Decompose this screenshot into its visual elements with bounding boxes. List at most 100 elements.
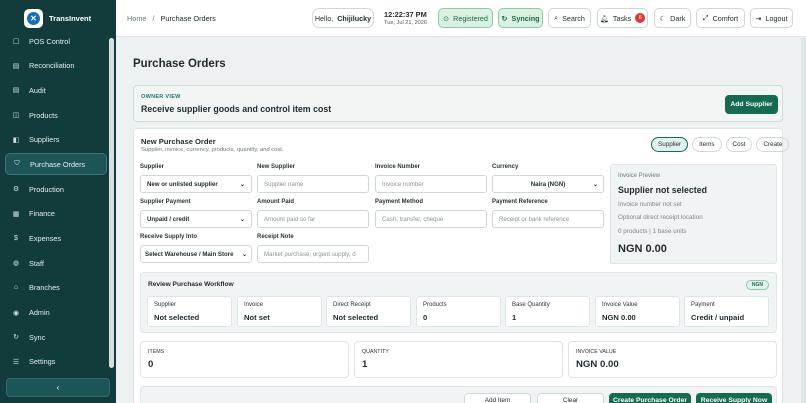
tasks-button[interactable]: 🔔︎ Tasks 6 (597, 8, 648, 28)
supplier-label: Supplier (140, 164, 165, 170)
greeting-prefix: Hello, (314, 13, 334, 23)
bell-icon: 🔔︎ (599, 13, 609, 23)
new-purchase-order-card: New Purchase Order Supplier, invoice, cu… (133, 128, 790, 403)
box-icon: ◫ (12, 112, 20, 120)
add-item-button[interactable]: Add Item (464, 393, 531, 403)
sidebar-item-admin[interactable]: ◉ Admin (5, 302, 107, 324)
dark-mode-button[interactable]: ☾ Dark (654, 8, 691, 28)
sidebar-nav: ▢ POS Control ▤ Reconciliation ▤ Audit ◫ Produc… (5, 30, 107, 376)
sidebar-item-suppliers[interactable]: ◧ Suppliers (5, 129, 107, 151)
supplier-select[interactable]: New or unlisted supplier ⌄ (140, 175, 252, 193)
payment-method-input[interactable]: Cash, transfer, cheque (375, 210, 487, 228)
receive-supply-value: Select Warehouse / Main Store (145, 250, 234, 258)
logout-icon: ⇥ (755, 13, 762, 23)
clock-time: 12:22:37 PM (384, 10, 427, 19)
search-button[interactable]: ⌕ Search (548, 8, 591, 28)
receipt-note-input[interactable]: Market purchase, urgent supply, d (257, 245, 369, 263)
search-label: Search (562, 13, 585, 23)
owner-title: Receive supplier goods and control item … (141, 104, 332, 114)
user-greeting[interactable]: Hello, Chijilucky (312, 8, 374, 28)
reconcile-icon: ▤ (12, 62, 20, 70)
sidebar-item-audit[interactable]: ▤ Audit (5, 79, 107, 101)
sidebar-item-staff[interactable]: ◍ Staff (5, 252, 107, 274)
preview-kicker: Invoice Preview (618, 173, 661, 179)
tasks-count-badge: 6 (635, 13, 646, 23)
sidebar-item-finance[interactable]: ▦ Finance (5, 203, 107, 225)
sidebar-item-expenses[interactable]: $ Expenses (5, 228, 107, 250)
amount-paid-label: Amount Paid (257, 199, 294, 205)
review-workflow: Review Purchase Workflow NGN Supplier Not… (140, 272, 777, 333)
workflow-title: Review Purchase Workflow (148, 281, 234, 288)
sidebar-item-products[interactable]: ◫ Products (5, 104, 107, 126)
sidebar-item-label: Expenses (29, 234, 62, 243)
brand-name: TransInvent (49, 14, 92, 23)
truck-icon: ◧ (12, 136, 20, 144)
supplier-select-value: New or unlisted supplier (147, 180, 218, 188)
preview-invoice-line: Invoice number not set (618, 201, 682, 208)
supplier-payment-select[interactable]: Unpaid / credit ⌄ (140, 210, 252, 228)
sidebar-item-production[interactable]: ⚙ Production (5, 178, 107, 200)
sidebar-item-pos-control[interactable]: ▢ POS Control (5, 30, 107, 52)
invoice-number-input[interactable]: Invoice number (375, 175, 487, 193)
preview-title: Supplier not selected (618, 185, 707, 195)
tab-cost[interactable]: Cost (725, 137, 753, 152)
receive-supply-select[interactable]: Select Warehouse / Main Store ⌄ (140, 245, 252, 263)
collapse-sidebar-button[interactable]: ‹ (6, 378, 110, 397)
po-subtitle: Supplier, invoice, currency, products, q… (141, 147, 284, 153)
create-purchase-order-button[interactable]: Create Purchase Order (609, 393, 691, 403)
logout-button[interactable]: ⇥ Logout (750, 8, 793, 28)
stat-invoice-value: INVOICE VALUE NGN 0.00 (568, 341, 777, 378)
workflow-cell-label: Products (423, 302, 447, 308)
tab-supplier[interactable]: Supplier (651, 137, 689, 152)
chevron-down-icon: ⌄ (239, 216, 245, 223)
audit-icon: ▤ (12, 87, 20, 95)
brand[interactable]: ✕ TransInvent (24, 9, 91, 28)
payment-reference-input[interactable]: Receipt or bank reference (492, 210, 604, 228)
search-icon: ⌕ (554, 13, 559, 22)
receive-supply-now-button[interactable]: Receive Supply Now (696, 393, 772, 403)
chevron-down-icon: ⌄ (592, 181, 598, 188)
comfort-mode-button[interactable]: ⤢ Comfort (696, 8, 745, 28)
sidebar-item-label: Branches (29, 283, 60, 293)
po-tabs: Supplier Items Cost Create (651, 137, 790, 152)
breadcrumb-home[interactable]: Home (127, 14, 146, 23)
sidebar-item-label: Reconciliation (29, 61, 75, 71)
clear-button[interactable]: Clear (537, 393, 604, 403)
workflow-cell-value: Not selected (333, 313, 379, 322)
sidebar-item-settings[interactable]: ☰ Settings (5, 351, 107, 373)
workflow-cell-label: Payment (691, 302, 715, 308)
tab-items[interactable]: Items (692, 137, 722, 152)
sidebar-item-label: Products (29, 110, 58, 120)
check-icon: ⊙ (443, 13, 450, 23)
preview-total: NGN 0.00 (618, 243, 667, 255)
sidebar-item-sync[interactable]: ↻ Sync (5, 326, 107, 348)
logo-icon: ✕ (27, 12, 40, 25)
tab-create[interactable]: Create (756, 137, 790, 152)
amount-paid-input[interactable]: Amount paid so far (257, 210, 369, 228)
add-supplier-button[interactable]: Add Supplier (725, 95, 778, 114)
workflow-cell-label: Base Quantity (512, 302, 550, 308)
sidebar-item-reconciliation[interactable]: ▤ Reconciliation (5, 55, 107, 77)
new-supplier-input[interactable]: Supplier name (257, 175, 369, 193)
sidebar-item-branches[interactable]: ⌂ Branches (5, 277, 107, 299)
registered-status[interactable]: ⊙ Registered (438, 8, 493, 28)
sidebar-item-purchase-orders[interactable]: ⛉ Purchase Orders (5, 153, 107, 176)
workflow-cell: Products 0 (416, 296, 501, 327)
sidebar-scrollbar[interactable] (109, 38, 114, 368)
supplier-payment-value: Unpaid / credit (147, 215, 190, 223)
main-scrollbar[interactable] (801, 38, 806, 403)
workflow-cell-label: Invoice (244, 302, 264, 308)
sidebar: ✕ TransInvent ▢ POS Control ▤ Reconciliatio… (0, 0, 116, 403)
invoice-number-label: Invoice Number (375, 164, 421, 170)
sidebar-item-label: Settings (29, 357, 56, 367)
syncing-label: Syncing (511, 13, 540, 23)
receive-supply-label: Receive Supply Into (140, 234, 198, 240)
sync-status[interactable]: ↻ Syncing (498, 8, 543, 28)
workflow-cell: Direct Receipt Not selected (326, 296, 411, 327)
tasks-label: Tasks (612, 13, 632, 23)
workflow-cell-value: 0 (423, 313, 428, 322)
currency-select[interactable]: Naira (NGN) ⌄ (492, 175, 604, 193)
po-title: New Purchase Order (141, 137, 216, 146)
payment-reference-label: Payment Reference (492, 199, 548, 205)
breadcrumb: Home / Purchase Orders (127, 14, 216, 23)
